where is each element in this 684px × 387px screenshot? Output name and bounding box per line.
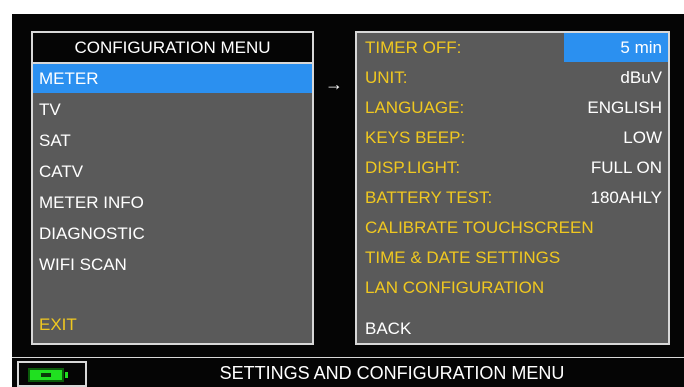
- setting-label: DISP.LIGHT:: [365, 158, 461, 177]
- status-bar: SETTINGS AND CONFIGURATION MENU: [12, 357, 684, 387]
- setting-label: TIMER OFF:: [365, 38, 462, 57]
- menu-item-catv[interactable]: CATV: [33, 157, 312, 186]
- menu-item-meter-info[interactable]: METER INFO: [33, 188, 312, 217]
- menu-item-tv[interactable]: TV: [33, 95, 312, 124]
- back-button[interactable]: BACK: [365, 314, 411, 343]
- right-arrow-icon: →: [325, 74, 343, 94]
- menu-item-meter[interactable]: METER: [33, 64, 312, 93]
- action-label: TIME & DATE SETTINGS: [365, 248, 561, 267]
- setting-label: LANGUAGE:: [365, 98, 465, 117]
- configuration-menu-title: CONFIGURATION MENU: [33, 33, 312, 64]
- setting-row-timer-off[interactable]: TIMER OFF: 5 min: [357, 33, 668, 62]
- lan-configuration-item[interactable]: LAN CONFIGURATION: [357, 273, 668, 302]
- menu-item-diagnostic[interactable]: DIAGNOSTIC: [33, 219, 312, 248]
- setting-row-battery-test[interactable]: BATTERY TEST: 180AHLY: [357, 183, 668, 212]
- setting-row-keys-beep[interactable]: KEYS BEEP: LOW: [357, 123, 668, 152]
- device-screen: CONFIGURATION MENU METER TV SAT CATV MET…: [12, 14, 684, 387]
- calibrate-touchscreen-item[interactable]: CALIBRATE TOUCHSCREEN: [357, 213, 668, 242]
- menu-item-wifi-scan[interactable]: WIFI SCAN: [33, 250, 312, 279]
- setting-value[interactable]: 5 min: [564, 33, 668, 62]
- setting-row-language[interactable]: LANGUAGE: ENGLISH: [357, 93, 668, 122]
- status-bar-title: SETTINGS AND CONFIGURATION MENU: [219, 363, 565, 383]
- meter-settings-panel: TIMER OFF: 5 min UNIT: dBuV LANGUAGE: EN…: [355, 31, 670, 345]
- setting-value[interactable]: dBuV: [610, 63, 668, 92]
- time-date-settings-item[interactable]: TIME & DATE SETTINGS: [357, 243, 668, 272]
- setting-value[interactable]: FULL ON: [581, 153, 668, 182]
- setting-label: BATTERY TEST:: [365, 188, 493, 207]
- setting-row-disp-light[interactable]: DISP.LIGHT: FULL ON: [357, 153, 668, 182]
- exit-button[interactable]: EXIT: [33, 310, 312, 339]
- menu-item-sat[interactable]: SAT: [33, 126, 312, 155]
- configuration-menu-panel: CONFIGURATION MENU METER TV SAT CATV MET…: [31, 31, 314, 345]
- setting-row-unit[interactable]: UNIT: dBuV: [357, 63, 668, 92]
- setting-label: KEYS BEEP:: [365, 128, 466, 147]
- setting-value[interactable]: ENGLISH: [577, 93, 668, 122]
- setting-value[interactable]: 180AHLY: [580, 183, 668, 212]
- battery-indicator: [17, 361, 87, 387]
- setting-value[interactable]: LOW: [613, 123, 668, 152]
- action-label: CALIBRATE TOUCHSCREEN: [365, 218, 594, 237]
- action-label: LAN CONFIGURATION: [365, 278, 545, 297]
- setting-label: UNIT:: [365, 68, 408, 87]
- battery-icon: [28, 368, 68, 382]
